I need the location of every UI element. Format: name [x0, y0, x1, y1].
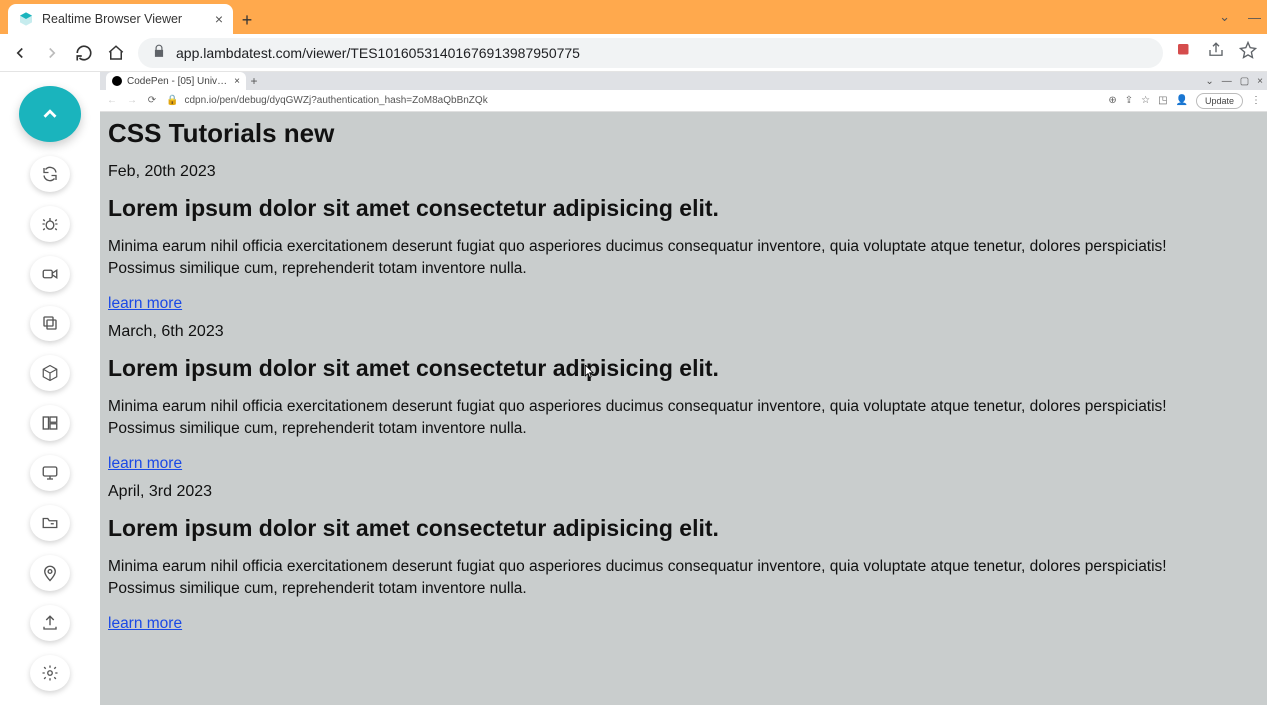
share-icon[interactable]: ⇪ — [1125, 95, 1133, 106]
inner-tab-strip: CodePen - [05] Universal Select... × + ⌄… — [100, 72, 1267, 90]
inner-new-tab-button[interactable]: + — [246, 73, 262, 89]
sync-icon[interactable] — [30, 156, 70, 192]
outer-toolbar-actions — [1175, 41, 1257, 64]
article: Feb, 20th 2023 Lorem ipsum dolor sit ame… — [108, 163, 1259, 317]
new-tab-button[interactable]: + — [233, 6, 261, 34]
cube-icon[interactable] — [30, 355, 70, 391]
inner-toolbar: ← → ⟳ 🔒 cdpn.io/pen/debug/dyqGWZj?authen… — [100, 90, 1267, 112]
inner-tab-title: CodePen - [05] Universal Select... — [127, 76, 229, 87]
close-icon[interactable]: × — [1257, 76, 1263, 87]
lambdatest-favicon-icon — [18, 11, 34, 27]
remote-browser-view: CodePen - [05] Universal Select... × + ⌄… — [100, 72, 1267, 705]
outer-address-bar[interactable]: app.lambdatest.com/viewer/TES10160531401… — [138, 38, 1163, 68]
article-date: April, 3rd 2023 — [108, 483, 1259, 501]
kebab-menu-icon[interactable]: ⋮ — [1251, 95, 1261, 106]
upload-icon[interactable] — [30, 605, 70, 641]
outer-browser-window: Realtime Browser Viewer × + ⌄ — app.lamb… — [0, 0, 1267, 705]
inner-reload-icon[interactable]: ⟳ — [146, 95, 158, 106]
outer-browser-tab[interactable]: Realtime Browser Viewer × — [8, 4, 233, 34]
inner-url-text: cdpn.io/pen/debug/dyqGWZj?authentication… — [184, 95, 487, 106]
chevron-down-icon[interactable]: ⌄ — [1219, 9, 1230, 25]
outer-url-text: app.lambdatest.com/viewer/TES10160531401… — [176, 45, 580, 61]
article-body: Minima earum nihil officia exercitatione… — [108, 556, 1208, 601]
star-icon[interactable] — [1239, 41, 1257, 64]
outer-window-controls: ⌄ — — [1219, 0, 1261, 34]
inner-window-controls: ⌄ — ▢ × — [1205, 72, 1263, 90]
forward-icon — [42, 43, 62, 63]
codepen-favicon-icon — [112, 76, 122, 86]
copy-icon[interactable] — [30, 306, 70, 342]
close-icon[interactable]: × — [215, 11, 223, 27]
inner-toolbar-actions: ⊕ ⇪ ☆ ◳ 👤 Update ⋮ — [1108, 93, 1261, 109]
close-icon[interactable]: × — [234, 76, 240, 87]
learn-more-link[interactable]: learn more — [108, 615, 182, 633]
inner-address-bar[interactable]: 🔒 cdpn.io/pen/debug/dyqGWZj?authenticati… — [166, 95, 1100, 106]
article-heading: Lorem ipsum dolor sit amet consectetur a… — [108, 355, 1259, 382]
article-heading: Lorem ipsum dolor sit amet consectetur a… — [108, 515, 1259, 542]
article-date: Feb, 20th 2023 — [108, 163, 1259, 181]
article: April, 3rd 2023 Lorem ipsum dolor sit am… — [108, 483, 1259, 637]
article: March, 6th 2023 Lorem ipsum dolor sit am… — [108, 323, 1259, 477]
folder-icon[interactable] — [30, 505, 70, 541]
article-date: March, 6th 2023 — [108, 323, 1259, 341]
reload-icon[interactable] — [74, 43, 94, 63]
gear-icon[interactable] — [30, 655, 70, 691]
extension-icon[interactable]: ◳ — [1158, 95, 1167, 106]
location-icon[interactable] — [30, 555, 70, 591]
chevron-down-icon[interactable]: ⌄ — [1205, 76, 1213, 87]
maximize-icon[interactable]: ▢ — [1240, 76, 1249, 87]
inner-forward-icon: → — [126, 95, 138, 106]
inner-back-icon: ← — [106, 95, 118, 106]
extension-icon[interactable] — [1175, 41, 1193, 64]
share-icon[interactable] — [1207, 41, 1225, 64]
outer-tab-title: Realtime Browser Viewer — [42, 12, 207, 26]
lock-icon — [152, 44, 166, 61]
minimize-icon[interactable]: — — [1248, 10, 1261, 25]
app-body: CodePen - [05] Universal Select... × + ⌄… — [0, 72, 1267, 705]
inner-browser-tab[interactable]: CodePen - [05] Universal Select... × — [106, 72, 246, 90]
update-button[interactable]: Update — [1196, 93, 1243, 109]
layout-icon[interactable] — [30, 405, 70, 441]
page-title: CSS Tutorials new — [108, 118, 1259, 149]
learn-more-link[interactable]: learn more — [108, 295, 182, 313]
article-heading: Lorem ipsum dolor sit amet consectetur a… — [108, 195, 1259, 222]
star-icon[interactable]: ☆ — [1141, 95, 1150, 106]
profile-icon[interactable]: 👤 — [1176, 95, 1188, 106]
outer-toolbar: app.lambdatest.com/viewer/TES10160531401… — [0, 34, 1267, 72]
monitor-icon[interactable] — [30, 455, 70, 491]
learn-more-link[interactable]: learn more — [108, 455, 182, 473]
lock-icon: 🔒 — [166, 95, 178, 106]
video-icon[interactable] — [30, 256, 70, 292]
outer-tab-strip: Realtime Browser Viewer × + ⌄ — — [0, 0, 1267, 34]
article-body: Minima earum nihil officia exercitatione… — [108, 236, 1208, 281]
home-icon[interactable] — [106, 43, 126, 63]
collapse-fab-button[interactable] — [19, 86, 81, 142]
minimize-icon[interactable]: — — [1222, 76, 1232, 87]
sidebar — [0, 72, 100, 705]
article-body: Minima earum nihil officia exercitatione… — [108, 396, 1208, 441]
zoom-icon[interactable]: ⊕ — [1108, 95, 1116, 106]
back-icon[interactable] — [10, 43, 30, 63]
bug-icon[interactable] — [30, 206, 70, 242]
remote-page-content[interactable]: CSS Tutorials new Feb, 20th 2023 Lorem i… — [100, 112, 1267, 705]
